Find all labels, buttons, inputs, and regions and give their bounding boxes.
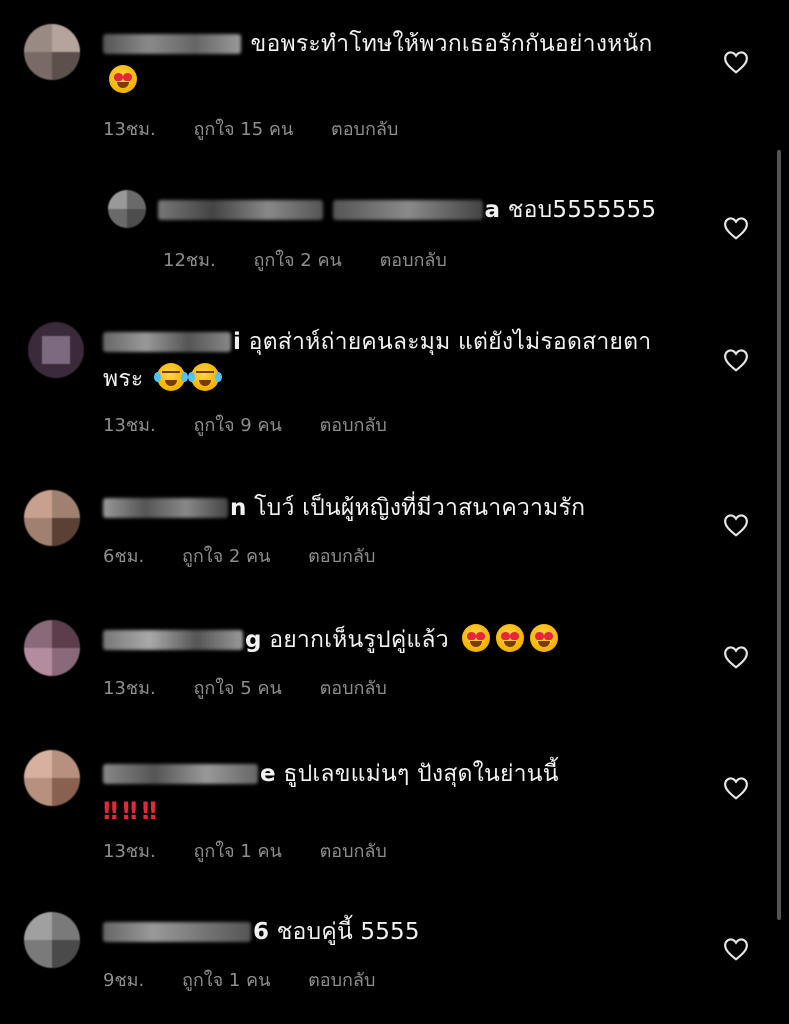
comment-time: 13ชม.: [103, 841, 156, 862]
comment-time: 12ชม.: [163, 250, 216, 271]
reply-button[interactable]: ตอบกลับ: [320, 841, 387, 862]
heart-outline-icon[interactable]: [723, 937, 749, 961]
comment-time: 13ชม.: [103, 678, 156, 699]
heart-outline-icon[interactable]: [723, 348, 749, 372]
avatar[interactable]: [24, 490, 80, 546]
comment-meta: 6ชม. ถูกใจ 2 คน ตอบกลับ: [103, 541, 407, 570]
comment-meta: 12ชม. ถูกใจ 2 คน ตอบกลับ: [163, 245, 479, 274]
username-blurred[interactable]: [103, 498, 228, 518]
reply-button[interactable]: ตอบกลับ: [380, 250, 447, 271]
comment-meta: 13ชม. ถูกใจ 15 คน ตอบกลับ: [103, 114, 430, 143]
avatar[interactable]: [24, 750, 80, 806]
comment-time: 6ชม.: [103, 546, 145, 567]
comment-text: 6 ชอบคู่นี้ 5555: [103, 914, 663, 951]
like-count[interactable]: ถูกใจ 2 คน: [253, 250, 341, 271]
double-exclamation-emoji: ‼ ‼ ‼: [103, 797, 157, 825]
heart-outline-icon[interactable]: [723, 50, 749, 74]
like-count[interactable]: ถูกใจ 1 คน: [193, 841, 281, 862]
comment-time: 9ชม.: [103, 970, 145, 991]
avatar[interactable]: [24, 912, 80, 968]
username-blurred[interactable]: [103, 764, 258, 784]
comment-meta: 9ชม. ถูกใจ 1 คน ตอบกลับ: [103, 965, 407, 994]
heart-eyes-emoji: [530, 624, 559, 652]
heart-eyes-emoji: [496, 624, 525, 652]
avatar[interactable]: [24, 24, 80, 80]
username-blurred[interactable]: [103, 630, 243, 650]
comment-meta: 13ชม. ถูกใจ 5 คน ตอบกลับ: [103, 673, 419, 702]
heart-outline-icon[interactable]: [723, 645, 749, 669]
heart-eyes-emoji: [109, 65, 137, 93]
comment-time: 13ชม.: [103, 119, 156, 140]
avatar[interactable]: [24, 620, 80, 676]
comment-text: i อุตส่าห์ถ่ายคนละมุม แต่ยังไม่รอดสายตาพ…: [103, 329, 652, 392]
comment-time: 13ชม.: [103, 415, 156, 436]
like-count[interactable]: ถูกใจ 9 คน: [193, 415, 281, 436]
comment-meta: 13ชม. ถูกใจ 1 คน ตอบกลับ: [103, 836, 419, 865]
avatar[interactable]: [108, 190, 146, 228]
like-count[interactable]: ถูกใจ 15 คน: [193, 119, 293, 140]
comment-meta: 13ชม. ถูกใจ 9 คน ตอบกลับ: [103, 410, 419, 439]
comment-text: a ชอบ5555555: [158, 192, 678, 229]
comment-text: e ธูปเลขแม่นๆ ปังสุดในย่านนี้ ‼ ‼ ‼: [103, 761, 559, 825]
heart-outline-icon[interactable]: [723, 216, 749, 240]
heart-outline-icon[interactable]: [723, 513, 749, 537]
reply-button[interactable]: ตอบกลับ: [320, 415, 387, 436]
username-blurred[interactable]: [103, 34, 241, 54]
reply-button[interactable]: ตอบกลับ: [308, 970, 375, 991]
comment-text: g อยากเห็นรูปคู่แล้ว: [103, 622, 663, 659]
avatar[interactable]: [28, 322, 84, 378]
reply-button[interactable]: ตอบกลับ: [308, 546, 375, 567]
scrollbar[interactable]: [777, 150, 781, 920]
reply-button[interactable]: ตอบกลับ: [320, 678, 387, 699]
like-count[interactable]: ถูกใจ 5 คน: [193, 678, 281, 699]
like-count[interactable]: ถูกใจ 1 คน: [182, 970, 270, 991]
comment-text: ขอพระทำโทษให้พวกเธอรักกันอย่างหนัก: [103, 26, 663, 100]
username-blurred[interactable]: [103, 332, 231, 352]
heart-outline-icon[interactable]: [723, 776, 749, 800]
username-blurred[interactable]: [103, 922, 251, 942]
tears-of-joy-emoji: [187, 363, 222, 391]
username-blurred[interactable]: [332, 200, 483, 220]
username-blurred[interactable]: [158, 200, 323, 220]
heart-eyes-emoji: [462, 624, 491, 652]
reply-button[interactable]: ตอบกลับ: [331, 119, 398, 140]
comment-text: n โบว์ เป็นผู้หญิงที่มีวาสนาความรัก: [103, 490, 663, 527]
tears-of-joy-emoji: [153, 363, 188, 391]
like-count[interactable]: ถูกใจ 2 คน: [182, 546, 270, 567]
